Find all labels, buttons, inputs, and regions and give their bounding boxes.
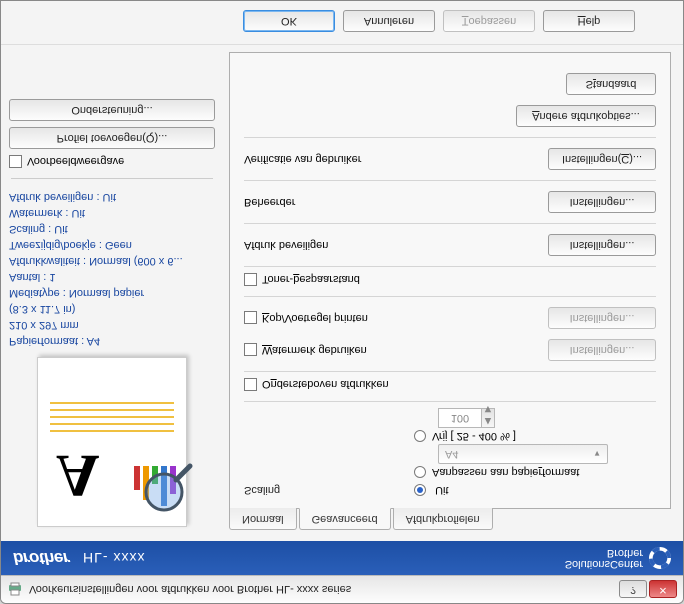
summary-media: Mediatype : Normaal papier [9, 285, 215, 301]
summary-dim-mm: 210 x 297 mm [9, 317, 215, 333]
toner-save-checkbox[interactable] [244, 273, 257, 286]
summary-quality: Afdrukkwaliteit : Normaal (600 x 6... [9, 253, 215, 269]
window-title: Voorkeursinstellingen voor afdrukken voo… [29, 584, 619, 596]
help-dialog-button[interactable]: Help [543, 11, 635, 33]
solutions-line1: SolutionsCenter [565, 558, 643, 569]
scaling-free-radio[interactable] [414, 430, 426, 442]
printer-icon [7, 582, 23, 598]
headerfooter-checkbox[interactable] [244, 311, 257, 324]
solutions-line2: Brother [565, 547, 643, 558]
help-button[interactable]: ? [619, 581, 647, 599]
headerfooter-settings-button: Instellingen... [548, 307, 656, 329]
advanced-tab-body: Scaling Uit Aanpassen aan papierformaat … [229, 52, 671, 508]
toner-save-label: Toner-bespaarstand [262, 273, 360, 285]
scaling-fit-label: Aanpassen aan papierformaat [432, 466, 579, 478]
other-print-options-button[interactable]: Andere afdrukopties... [516, 105, 656, 127]
user-auth-settings-button[interactable]: Instellingen(C)... [548, 148, 656, 170]
summary-duplex: Tweezijdig/boekje : Geen [9, 237, 215, 253]
tab-afdrukprofielen[interactable]: Afdrukprofielen [393, 508, 493, 530]
headerfooter-row[interactable]: Kop/Voetregel printen [244, 311, 368, 324]
watermark-checkbox[interactable] [244, 343, 257, 356]
admin-settings-button[interactable]: Instellingen... [548, 191, 656, 213]
user-auth-label: Verificatie van gebruiker [244, 153, 548, 165]
headerfooter-label: Kop/Voetregel printen [262, 312, 368, 324]
summary-secure: Afdruk beveiligen : Uit [9, 189, 215, 205]
scaling-free-value: 100 [438, 408, 482, 428]
settings-summary: Papierformaat : A4 210 x 297 mm (8.3 x 1… [9, 189, 215, 349]
watermark-label: Watermerk gebruiken [262, 344, 367, 356]
cancel-button[interactable]: Annuleren [343, 11, 435, 33]
secure-print-label: Afdruk beveiligen [244, 239, 548, 251]
brand-bar: brother HL- xxxx SolutionsCenter Brother [1, 541, 683, 575]
brand-model: HL- xxxx [83, 550, 145, 566]
reverse-print-label: Ondersteboven afdrukken [262, 378, 389, 390]
summary-copies: Aantal : 1 [9, 269, 215, 285]
reverse-print-checkbox[interactable] [244, 378, 257, 391]
defaults-button[interactable]: Standaard [566, 73, 656, 95]
tab-geavanceerd[interactable]: Geavanceerd [299, 508, 391, 530]
magnifier-icon [142, 462, 194, 514]
apply-button: Toepassen [443, 11, 535, 33]
titlebar: Voorkeursinstellingen voor afdrukken voo… [1, 575, 683, 603]
scaling-fit-radio[interactable] [414, 466, 426, 478]
print-preferences-window: Voorkeursinstellingen voor afdrukken voo… [0, 0, 684, 604]
summary-watermark: Watermerk : Uit [9, 205, 215, 221]
summary-papersize: Papierformaat : A4 [9, 333, 215, 349]
scaling-label: Scaling [244, 484, 414, 496]
close-button[interactable]: ✕ [649, 581, 677, 599]
preview-checkbox-label: Voorbeeldweergave [27, 156, 124, 168]
scaling-off-label: Uit [435, 484, 448, 496]
left-preview-pane: A Papierformaat : A4 210 x 297 mm (8.3 x… [1, 45, 223, 541]
preview-checkbox[interactable] [9, 155, 22, 168]
scaling-free-spinner: ▲▼ [481, 408, 495, 428]
summary-dim-in: (8.3 x 11.7 in) [9, 301, 215, 317]
watermark-row[interactable]: Watermerk gebruiken [244, 343, 367, 356]
solutions-center-link[interactable]: SolutionsCenter Brother [565, 547, 671, 569]
support-button[interactable]: Ondersteuning... [9, 99, 215, 121]
page-preview: A [37, 357, 187, 527]
toner-save-row[interactable]: Toner-bespaarstand [244, 273, 656, 286]
add-profile-button[interactable]: Profiel toevoegen(Q)... [9, 127, 215, 149]
watermark-settings-button: Instellingen... [548, 339, 656, 361]
brand-logo: brother [13, 548, 69, 568]
reverse-print-row[interactable]: Ondersteboven afdrukken [244, 378, 656, 391]
admin-label: Beheerder [244, 196, 548, 208]
summary-scaling: Scaling : Uit [9, 221, 215, 237]
ok-button[interactable]: OK [243, 11, 335, 33]
tab-strip: Normaal Geavanceerd Afdrukprofielen [229, 508, 671, 531]
dialog-button-bar: OK Annuleren Toepassen Help [1, 0, 683, 45]
preview-checkbox-row[interactable]: Voorbeeldweergave [9, 155, 215, 168]
scaling-off-radio[interactable] [414, 484, 426, 496]
scaling-fit-paper-dropdown: A4▼ [438, 444, 608, 464]
tab-normaal[interactable]: Normaal [229, 508, 297, 530]
lifebuoy-icon [649, 547, 671, 569]
secure-print-settings-button[interactable]: Instellingen... [548, 234, 656, 256]
scaling-free-label: Vrij [ 25 - 400 % ] [432, 430, 516, 442]
